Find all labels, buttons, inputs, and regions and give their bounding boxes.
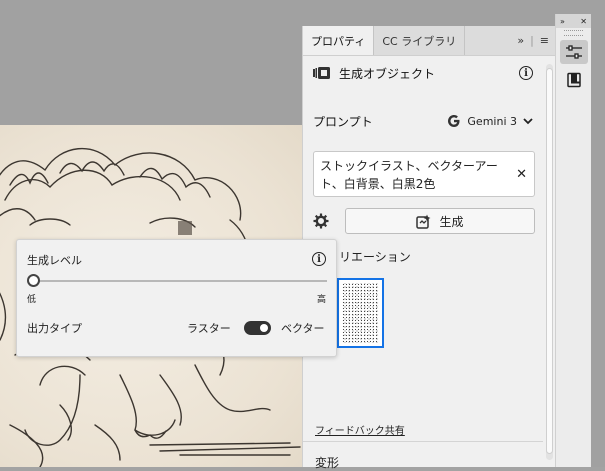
tab-properties[interactable]: プロパティ <box>303 26 375 55</box>
toggle-knob <box>260 324 268 332</box>
slider-low-label: 低 <box>27 295 37 305</box>
generation-level-slider[interactable] <box>33 280 327 282</box>
generation-settings-popover: 生成レベル i 低 高 出力タイプ ラスター ベクター <box>16 239 337 357</box>
panel-expand-icon[interactable]: » <box>517 34 524 47</box>
generate-row: 生成 <box>313 208 535 234</box>
google-g-icon <box>448 115 460 127</box>
library-book-icon <box>566 72 581 88</box>
slider-knob[interactable] <box>27 274 40 287</box>
prompt-label: プロンプト <box>313 114 373 129</box>
panel-tabs: プロパティ CC ライブラリ » | ≡ <box>303 26 555 56</box>
prompt-row: プロンプト Gemini 3 <box>313 110 533 132</box>
dock-top-bar: » ✕ <box>556 14 591 28</box>
slider-high-label: 高 <box>316 295 326 305</box>
dock-collapse-icon[interactable]: » <box>560 17 565 26</box>
section-divider <box>303 441 543 442</box>
info-icon[interactable]: i <box>312 252 326 266</box>
variations-label: リエーション <box>339 250 411 264</box>
output-type-toggle[interactable] <box>244 321 271 335</box>
feedback-link[interactable]: フィードバック共有 <box>315 422 405 437</box>
tab-properties-label: プロパティ <box>311 34 366 48</box>
tab-cc-libraries[interactable]: CC ライブラリ <box>374 26 466 55</box>
info-icon[interactable]: i <box>519 66 533 80</box>
generate-button[interactable]: 生成 <box>345 208 535 234</box>
properties-panel-button[interactable] <box>559 40 588 64</box>
prompt-text: ストックイラスト、ベクターアート、白背景、白黒2色 <box>320 159 498 191</box>
transform-section-label[interactable]: 変形 <box>315 454 339 471</box>
panel-dock-strip: » ✕ <box>555 14 591 467</box>
model-selector[interactable]: Gemini 3 <box>447 114 533 128</box>
panel-tab-tools: » | ≡ <box>517 34 549 47</box>
section-title: 生成オブジェクト <box>339 66 436 81</box>
variation-thumbnail[interactable] <box>337 278 384 348</box>
dock-close-icon[interactable]: ✕ <box>580 17 587 26</box>
section-header: 生成オブジェクト i <box>313 62 533 84</box>
prompt-input[interactable]: ストックイラスト、ベクターアート、白背景、白黒2色 ✕ <box>313 151 535 197</box>
panel-scrollbar[interactable] <box>546 64 553 460</box>
generative-object-icon <box>313 67 330 79</box>
raster-option-label[interactable]: ラスター <box>187 320 231 336</box>
gear-icon[interactable] <box>313 213 329 229</box>
sliders-icon <box>565 45 582 59</box>
output-type-label: 出力タイプ <box>27 322 82 335</box>
properties-panel: プロパティ CC ライブラリ » | ≡ 生成オブジェクト i プロンプト Ge… <box>302 26 555 470</box>
generation-level-label: 生成レベル <box>27 254 82 267</box>
tab-cc-libraries-label: CC ライブラリ <box>382 34 457 48</box>
model-name: Gemini 3 <box>467 114 517 128</box>
dock-grip[interactable] <box>564 30 583 36</box>
generate-sparkle-icon <box>416 214 431 229</box>
vector-option-label[interactable]: ベクター <box>281 320 325 336</box>
chevron-down-icon <box>523 117 533 124</box>
generate-label: 生成 <box>439 214 464 229</box>
panel-menu-icon[interactable]: ≡ <box>540 34 549 47</box>
libraries-panel-button[interactable] <box>560 68 588 92</box>
clear-icon[interactable]: ✕ <box>516 166 527 184</box>
scrollbar-thumb[interactable] <box>546 68 553 454</box>
